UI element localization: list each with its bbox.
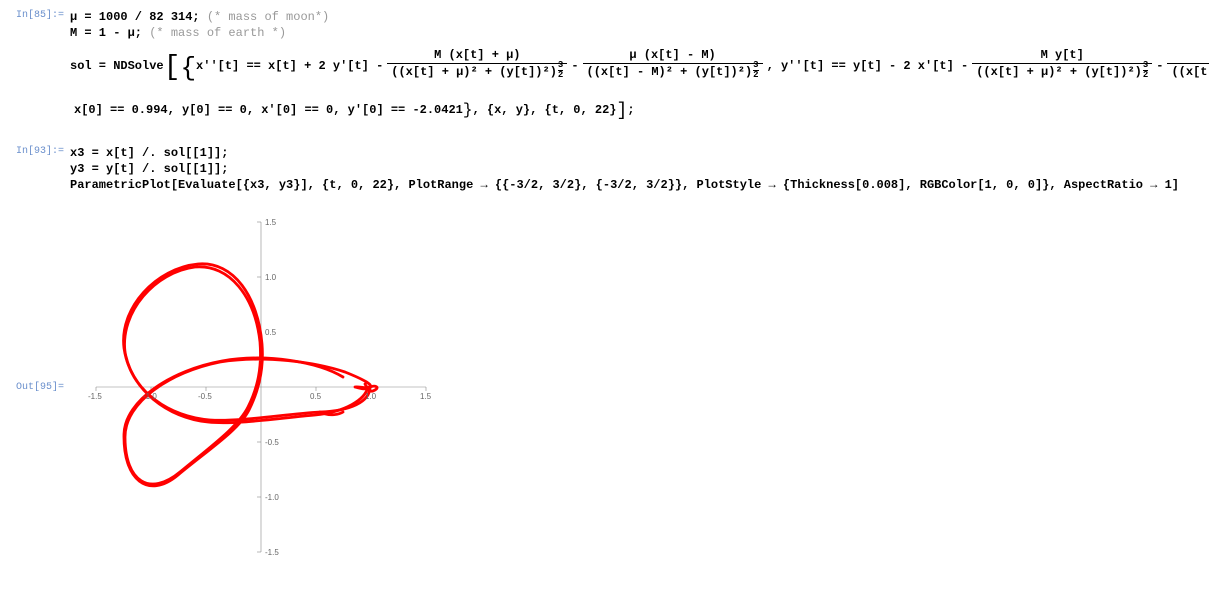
ytick-n10: -1.0 [265,493,279,502]
initial-conditions: x[0] == 0.994, y[0] == 0, x'[0] == 0, y'… [74,103,463,117]
close-brace: } [463,101,473,119]
solve-tail: , {x, y}, {t, 0, 22} [472,103,616,117]
minus-1: - [571,59,578,73]
ytick-p15: 1.5 [265,218,276,227]
fraction-4: μ y[t] ((x[t] - M)² + (y[t])²) 32 [1167,48,1209,84]
output-content-95: -1.5 -1.0 -0.5 0.5 1.0 1.5 1.5 1.0 0.5 -… [70,212,1209,567]
input-content-93[interactable]: x3 = x[t] /. sol[[1]]; y3 = y[t] /. sol[… [70,144,1209,194]
in-label-85: In[85]:= [8,8,70,21]
x3-line: x3 = x[t] /. sol[[1]]; [70,146,1209,160]
close-bracket: ] [617,97,628,125]
minus-2: - [1156,59,1163,73]
fraction-1: M (x[t] + μ) ((x[t] + μ)² + (y[t])²) 32 [387,48,567,84]
ytick-p10: 1.0 [265,273,276,282]
xtick-p10: 1.0 [365,392,376,401]
ytick-n15: -1.5 [265,548,279,557]
eq-mid: , y''[t] == y[t] - 2 x'[t] - [767,59,969,73]
ytick-n05: -0.5 [265,438,279,447]
eq-lead: x''[t] == x[t] + 2 y'[t] - [196,59,383,73]
parametric-plot: -1.5 -1.0 -0.5 0.5 1.0 1.5 1.5 1.0 0.5 -… [70,212,442,567]
input-cell-85: In[85]:= μ = 1000 / 82 314; (* mass of m… [8,8,1209,126]
mu-comment: (* mass of moon*) [207,10,329,24]
xtick-p05: 0.5 [310,392,321,401]
input-cell-93: In[93]:= x3 = x[t] /. sol[[1]]; y3 = y[t… [8,144,1209,194]
y3-line: y3 = y[t] /. sol[[1]]; [70,162,1209,176]
out-label-95: Out[95]= [8,212,70,393]
xtick-n10: -1.0 [143,392,157,401]
fraction-2: μ (x[t] - M) ((x[t] - M)² + (y[t])²) 32 [583,48,763,84]
sol-head: sol = NDSolve [70,59,164,73]
fraction-3: M y[t] ((x[t] + μ)² + (y[t])²) 32 [972,48,1152,84]
input-content-85[interactable]: μ = 1000 / 82 314; (* mass of moon*) M =… [70,8,1209,126]
m-comment: (* mass of earth *) [149,26,286,40]
xtick-n05: -0.5 [198,392,212,401]
in-label-93: In[93]:= [8,144,70,157]
parametricplot-line: ParametricPlot[Evaluate[{x3, y3}], {t, 0… [70,178,1209,192]
ytick-p05: 0.5 [265,328,276,337]
mu-def: μ = 1000 / 82 314; [70,10,200,24]
open-bracket: [ [164,54,181,82]
open-brace: { [180,55,196,81]
xtick-n15: -1.5 [88,392,102,401]
xtick-p15: 1.5 [420,392,431,401]
output-cell-95: Out[95]= [8,212,1209,567]
m-def: M = 1 - μ; [70,26,142,40]
semicolon: ; [627,103,634,117]
